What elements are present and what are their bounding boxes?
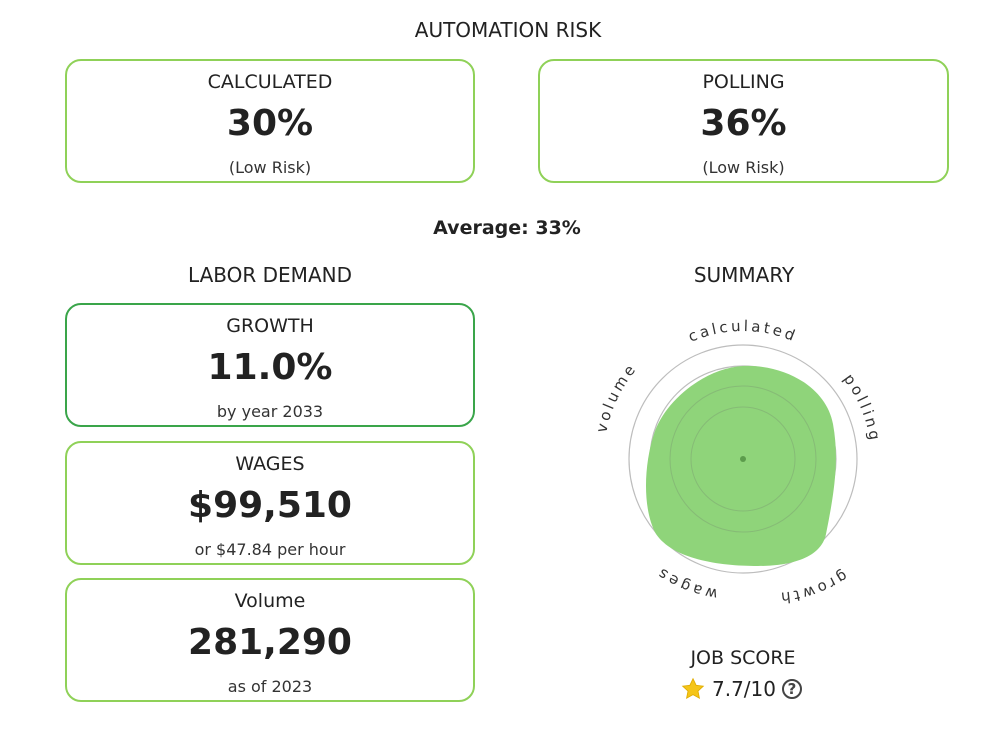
job-score-value: 7.7/10 <box>712 677 776 701</box>
polling-card: POLLING 36% (Low Risk) <box>538 59 949 183</box>
volume-note: as of 2023 <box>227 677 313 696</box>
summary-radar-chart: calculated polling growth wages volume <box>592 317 884 607</box>
calculated-note: (Low Risk) <box>228 158 312 177</box>
axis-label-wages: wages <box>652 563 719 603</box>
labor-demand-title: LABOR DEMAND <box>188 263 352 287</box>
wages-card: WAGES $99,510 or $47.84 per hour <box>65 441 475 565</box>
job-score-row: 7.7/10 ? <box>680 676 802 702</box>
growth-value: 11.0% <box>207 347 333 388</box>
volume-card: Volume 281,290 as of 2023 <box>65 578 475 702</box>
growth-label: GROWTH <box>226 315 314 337</box>
axis-label-polling: polling <box>840 370 884 444</box>
polling-note: (Low Risk) <box>702 158 785 177</box>
wages-note: or $47.84 per hour <box>194 540 346 559</box>
radar-center-dot <box>740 456 746 462</box>
growth-note: by year 2033 <box>216 402 324 421</box>
calculated-value: 30% <box>226 103 314 144</box>
automation-risk-title: AUTOMATION RISK <box>414 18 602 42</box>
calculated-label: CALCULATED <box>207 71 333 93</box>
calculated-card: CALCULATED 30% (Low Risk) <box>65 59 475 183</box>
volume-label: Volume <box>234 590 306 612</box>
volume-value: 281,290 <box>188 622 352 663</box>
axis-label-calculated: calculated <box>686 317 801 346</box>
polling-value: 36% <box>700 103 787 144</box>
job-score-title: JOB SCORE <box>690 647 796 669</box>
axis-label-volume: volume <box>592 359 640 434</box>
help-icon[interactable]: ? <box>782 679 802 699</box>
wages-label: WAGES <box>235 453 305 475</box>
axis-label-growth: growth <box>777 567 851 607</box>
star-icon <box>681 677 705 700</box>
growth-card: GROWTH 11.0% by year 2033 <box>65 303 475 427</box>
average-risk: Average: 33% <box>433 217 581 239</box>
polling-label: POLLING <box>702 71 785 93</box>
wages-value: $99,510 <box>188 485 352 526</box>
summary-title: SUMMARY <box>693 263 795 287</box>
